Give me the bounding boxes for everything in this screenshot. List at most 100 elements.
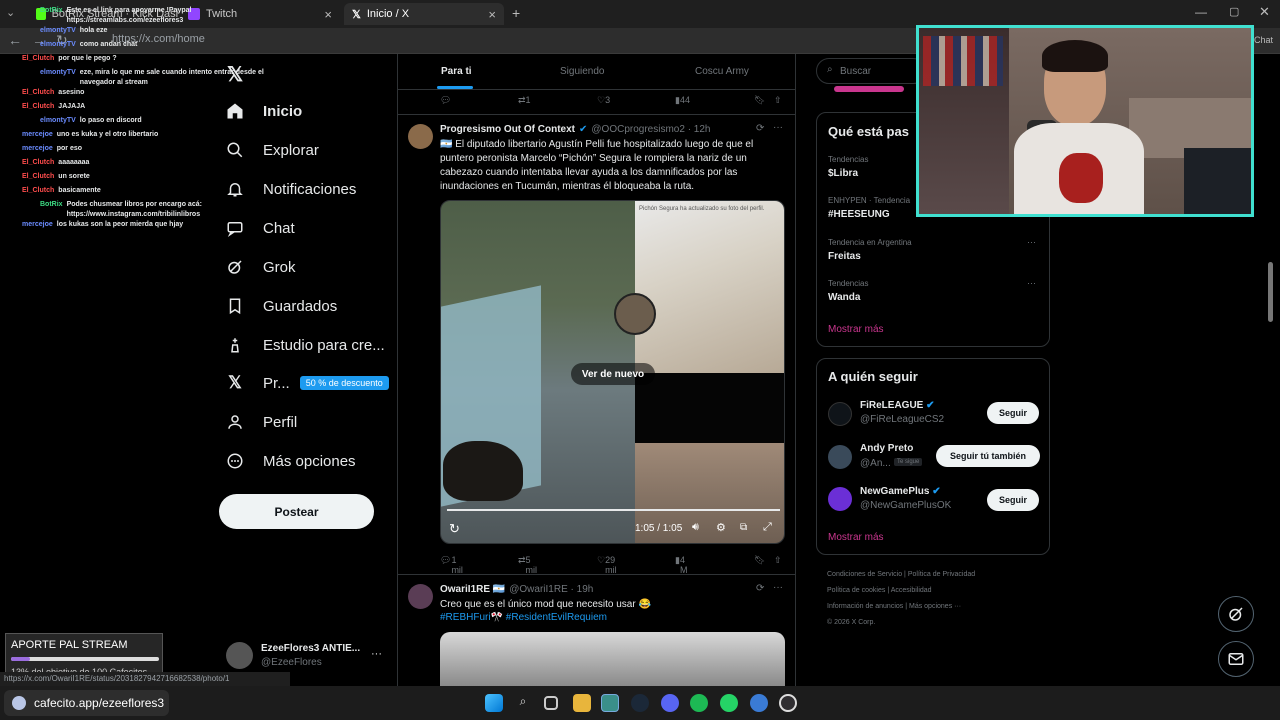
grok-icon[interactable]: ⟳ (756, 583, 764, 594)
post-more-icon[interactable]: ··· (773, 122, 783, 133)
follow-button[interactable]: Seguir (987, 489, 1039, 511)
chat-username[interactable]: elmontyTV (40, 40, 76, 50)
trends-show-more-link[interactable]: Mostrar más (828, 324, 884, 335)
chat-username[interactable]: mercejoe (22, 220, 53, 230)
chat-username[interactable]: elmontyTV (40, 116, 76, 126)
messages-floating-button[interactable] (1218, 641, 1254, 677)
reply-count[interactable]: 💬︎ 1 mil (440, 555, 463, 575)
like-count[interactable]: ♡ 29 mil (597, 555, 617, 575)
share-icon[interactable]: ⇧ (774, 555, 782, 566)
footer-link[interactable]: Política de cookies (827, 587, 885, 594)
post-button[interactable]: Postear (219, 494, 374, 529)
like-count[interactable]: ♡ 3 (597, 95, 610, 106)
post-author-name[interactable]: OwariI1RE 🇦🇷 (440, 584, 505, 595)
account-more-icon[interactable]: ··· (371, 648, 382, 660)
tab-x-home[interactable]: 𝕏 Inicio / X × (344, 3, 504, 25)
trend-more-icon[interactable]: ··· (1027, 237, 1036, 247)
nav-creator-studio[interactable]: Estudio para cre... (225, 328, 385, 362)
nav-profile[interactable]: Perfil (225, 405, 297, 439)
windows-start-icon[interactable] (485, 694, 503, 712)
view-count[interactable]: ▮ 44 (675, 95, 690, 106)
search-input[interactable]: ⌕ Buscar (816, 58, 926, 84)
chat-username[interactable]: El_Clutch (22, 102, 54, 112)
chat-username[interactable]: elmontyTV (40, 68, 76, 88)
share-icon[interactable]: ⇧ (774, 95, 782, 106)
repost-count[interactable]: ⇄ 1 (518, 95, 531, 106)
reply-icon[interactable]: 💬︎ (440, 95, 451, 106)
minimize-icon[interactable]: — (1195, 5, 1207, 19)
avatar[interactable] (408, 584, 433, 609)
tab-para-ti[interactable]: Para ti (441, 66, 472, 77)
avatar[interactable] (828, 487, 852, 511)
follow-button[interactable]: Seguir (987, 402, 1039, 424)
volume-icon[interactable]: 🔊︎ (692, 521, 699, 534)
search-icon[interactable]: ⌕ (514, 694, 532, 712)
bookmark-icon[interactable]: 🔖︎ (754, 555, 765, 566)
chat-username[interactable]: BotRix (40, 200, 63, 220)
chat-username[interactable]: El_Clutch (22, 158, 54, 168)
chat-username[interactable]: mercejoe (22, 130, 53, 140)
nav-bookmarks[interactable]: Guardados (225, 289, 337, 323)
close-tab-icon[interactable]: × (488, 7, 496, 22)
steam-icon[interactable] (631, 694, 649, 712)
follow-handle[interactable]: @NewGamePlusOK (860, 500, 951, 511)
avatar[interactable] (408, 124, 433, 149)
file-explorer-icon[interactable] (573, 694, 591, 712)
footer-link[interactable]: Accesibilidad (891, 587, 932, 594)
post-hashtags[interactable]: #REBHFuri🎌 #ResidentEvilRequiem (440, 611, 780, 625)
chat-username[interactable]: BotRix (40, 6, 63, 26)
follow-handle[interactable]: @An... (860, 458, 891, 469)
chat-username[interactable]: elmontyTV (40, 26, 76, 36)
close-window-icon[interactable]: ✕ (1259, 4, 1270, 20)
footer-link[interactable]: Información de anuncios (827, 603, 903, 610)
account-switcher[interactable]: EzeeFlores3 ANTIE... @EzeeFlores ··· (226, 640, 386, 672)
chat-username[interactable]: El_Clutch (22, 88, 54, 98)
tab-coscu-army[interactable]: Coscu Army (695, 66, 749, 77)
post-author-handle[interactable]: @OOCprogresismo2 · 12h (591, 124, 710, 135)
page-scrollbar[interactable] (1268, 262, 1273, 322)
maximize-icon[interactable]: ▢ (1229, 5, 1239, 18)
fullscreen-icon[interactable]: ⤢ (763, 521, 772, 534)
grok-icon[interactable]: ⟳ (756, 123, 764, 134)
replay-icon[interactable]: ↻ (449, 521, 460, 537)
follow-name[interactable]: FiReLEAGUE ✔ (860, 400, 935, 411)
new-tab-button[interactable]: + (512, 5, 520, 21)
settings-icon[interactable]: ⚙ (716, 521, 726, 534)
nav-more[interactable]: Más opciones (225, 444, 356, 478)
tab-siguiendo[interactable]: Siguiendo (560, 66, 604, 77)
post-author-handle[interactable]: @OwariI1RE · 19h (509, 584, 593, 595)
follow-show-more-link[interactable]: Mostrar más (828, 532, 884, 543)
close-tab-icon[interactable]: × (324, 7, 332, 22)
nav-premium[interactable]: 𝕏 Pr... 50 % de descuento (225, 366, 389, 400)
post-video[interactable]: Pichón Segura ha actualizado su foto del… (440, 200, 785, 544)
chat-username[interactable]: El_Clutch (22, 54, 54, 64)
follow-back-button[interactable]: Seguir tú también (936, 445, 1040, 467)
repost-count[interactable]: ⇄ 5 mil (518, 555, 537, 575)
post-author-name[interactable]: Progresismo Out Of Context (440, 124, 575, 135)
video-progress-bar[interactable] (447, 509, 780, 511)
post-more-icon[interactable]: ··· (773, 582, 783, 593)
whatsapp-icon[interactable] (720, 694, 738, 712)
avatar[interactable] (828, 445, 852, 469)
post-image[interactable] (440, 632, 785, 686)
view-count[interactable]: ▮ 4 M (675, 555, 687, 575)
chat-username[interactable]: El_Clutch (22, 186, 54, 196)
obs-icon[interactable] (779, 694, 797, 712)
browser-icon[interactable] (601, 694, 619, 712)
follow-handle[interactable]: @FiReLeagueCS2 (860, 414, 944, 425)
chat-panel-label[interactable]: Chat (1254, 35, 1273, 45)
trend-more-icon[interactable]: ··· (1027, 278, 1036, 288)
spotify-icon[interactable] (690, 694, 708, 712)
grok-floating-button[interactable] (1218, 596, 1254, 632)
trend-item[interactable]: Tendencia en Argentina Freitas (828, 238, 1038, 262)
chat-username[interactable]: El_Clutch (22, 172, 54, 182)
pip-icon[interactable]: ⧉ (740, 522, 747, 533)
discord-icon[interactable] (661, 694, 679, 712)
avatar[interactable] (828, 402, 852, 426)
replay-overlay[interactable]: Ver de nuevo (571, 363, 655, 385)
follow-name[interactable]: Andy Preto (860, 443, 913, 454)
footer-link[interactable]: Condiciones de Servicio (827, 571, 902, 578)
chat-username[interactable]: mercejoe (22, 144, 53, 154)
footer-link[interactable]: Política de Privacidad (908, 571, 975, 578)
trend-item[interactable]: Tendencias Wanda (828, 279, 1038, 303)
